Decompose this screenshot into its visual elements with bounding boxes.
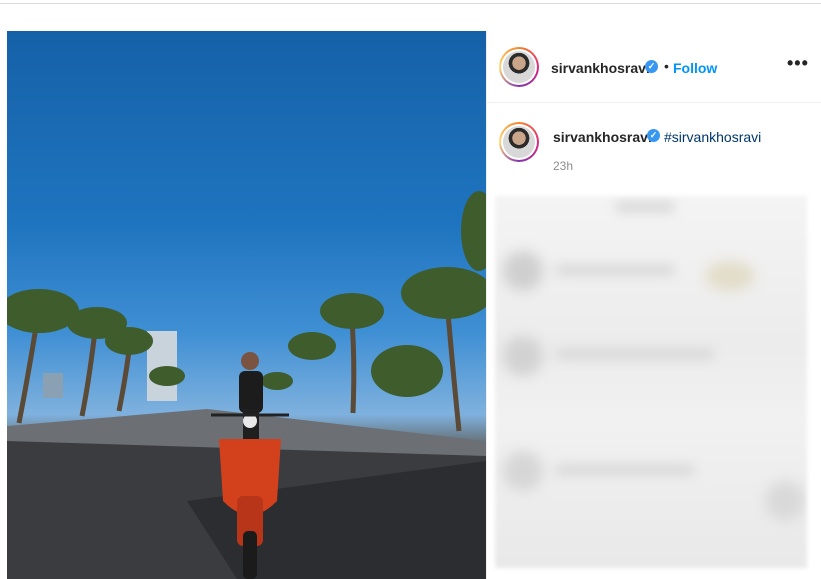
caption-hashtag[interactable]: #sirvankhosravi <box>664 129 761 145</box>
post-sidebar: sirvankhosravi ✓ • Follow ••• sirvankhos… <box>486 31 821 579</box>
follow-button[interactable]: Follow <box>673 60 717 76</box>
post-photo-scene <box>7 191 486 579</box>
blurred-comments <box>495 196 807 568</box>
post-photo[interactable] <box>7 31 486 579</box>
more-options-icon[interactable]: ••• <box>787 53 809 74</box>
verified-badge-icon: ✓ <box>645 60 658 73</box>
top-divider <box>0 0 821 4</box>
post-timestamp[interactable]: 23h <box>553 159 573 173</box>
header-username[interactable]: sirvankhosravi <box>551 60 650 76</box>
caption-avatar[interactable] <box>499 122 539 162</box>
separator-dot: • <box>664 58 669 74</box>
caption-username[interactable]: sirvankhosravi <box>553 129 652 145</box>
post-header: sirvankhosravi ✓ • Follow ••• <box>487 31 821 103</box>
verified-badge-icon: ✓ <box>647 129 660 142</box>
avatar[interactable] <box>499 47 539 87</box>
